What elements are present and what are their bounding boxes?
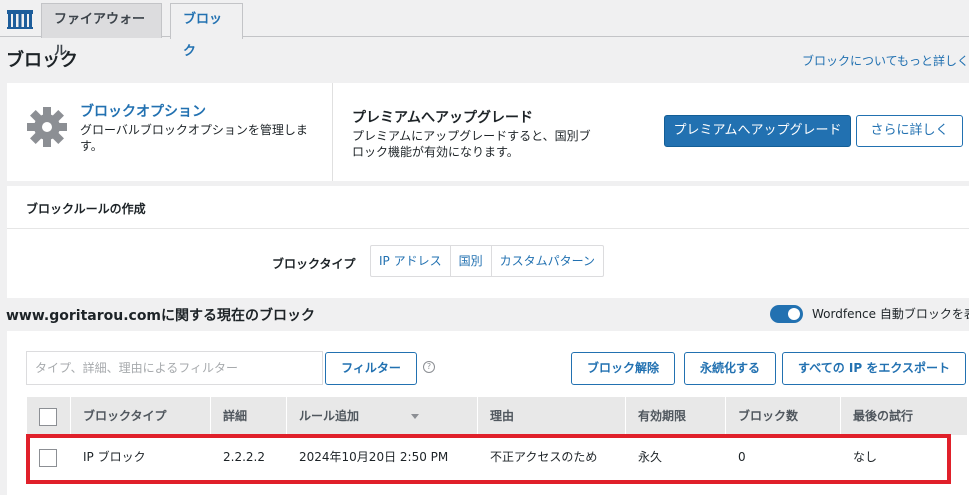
upgrade-title: プレミアムへアップグレード <box>352 110 534 126</box>
column-header[interactable]: 最後の試行 <box>841 397 968 435</box>
column-header[interactable]: ブロックタイプ <box>71 397 211 435</box>
auto-block-label: Wordfence 自動ブロックを表 <box>812 307 969 321</box>
column-header-label: ルール追加 <box>299 409 360 423</box>
select-all-checkbox[interactable] <box>39 407 57 426</box>
table-cell: 0 <box>738 450 746 464</box>
column-header[interactable]: 理由 <box>478 397 626 435</box>
block-type-ip-address[interactable]: IP アドレス <box>371 246 451 276</box>
block-options-link[interactable]: ブロックオプション <box>80 101 206 121</box>
table-cell: IP ブロック <box>83 450 146 464</box>
block-type-custom-pattern[interactable]: カスタムパターン <box>492 246 603 276</box>
block-type-country[interactable]: 国別 <box>451 246 492 276</box>
column-header[interactable]: 有効期限 <box>626 397 726 435</box>
tab-blocking[interactable]: ブロック <box>170 3 243 59</box>
filter-input[interactable] <box>26 351 323 385</box>
learn-more-button[interactable]: さらに詳しく <box>856 115 963 147</box>
learn-more-link[interactable]: ブロックについてもっと詳しく <box>802 52 969 69</box>
upgrade-description: プレミアムにアップグレードすると、国別ブロック機能が有効になります。 <box>352 129 591 159</box>
blocks-panel: フィルター ? ブロック解除 永続化する すべての IP をエクスポート ブロッ… <box>7 331 969 495</box>
block-options-description: グローバルブロックオプションを管理します。 <box>80 123 308 153</box>
make-permanent-button[interactable]: 永続化する <box>684 352 776 385</box>
sort-arrow-icon <box>411 414 420 419</box>
divider <box>7 228 969 229</box>
column-header[interactable]: ブロック数 <box>726 397 841 435</box>
create-rule-heading: ブロックルールの作成 <box>26 202 146 216</box>
table-cell: なし <box>853 450 878 464</box>
tab-firewall[interactable]: ファイアウォール <box>41 3 162 59</box>
table-row[interactable]: IP ブロック 2.2.2.2 2024年10月20日 2:50 PM 不正アク… <box>27 435 968 479</box>
wordfence-logo-icon <box>7 10 33 29</box>
divider <box>332 83 333 181</box>
filter-button[interactable]: フィルター <box>325 352 417 385</box>
column-header-rule-added[interactable]: ルール追加 <box>287 397 478 435</box>
table-cell: 不正アクセスのため <box>490 450 598 464</box>
page-title: ブロック <box>6 50 78 71</box>
auto-block-toggle[interactable] <box>770 305 803 323</box>
gear-icon <box>27 107 67 147</box>
column-header[interactable]: 詳細 <box>211 397 287 435</box>
upgrade-premium-button[interactable]: プレミアムへアップグレード <box>664 115 851 147</box>
select-all-cell <box>27 397 71 435</box>
current-blocks-title: www.goritarou.comに関する現在のブロック <box>6 308 316 324</box>
table-cell: 2.2.2.2 <box>223 450 265 464</box>
table-header: ブロックタイプ 詳細 ルール追加 理由 有効期限 ブロック数 最後の試行 <box>27 397 968 435</box>
tab-bar: ファイアウォール ブロック <box>0 0 969 59</box>
block-type-selector: IP アドレス 国別 カスタムパターン <box>370 245 605 277</box>
unblock-button[interactable]: ブロック解除 <box>571 352 675 385</box>
export-all-ips-button[interactable]: すべての IP をエクスポート <box>782 352 966 385</box>
options-card: ブロックオプション グローバルブロックオプションを管理します。 プレミアムへアッ… <box>7 83 969 181</box>
help-icon[interactable]: ? <box>423 361 435 373</box>
create-rule-card: ブロックルールの作成 ブロックタイプ IP アドレス 国別 カスタムパターン <box>7 186 969 298</box>
table-cell: 2024年10月20日 2:50 PM <box>299 450 449 464</box>
row-checkbox[interactable] <box>39 448 57 467</box>
row-select-cell <box>27 435 71 479</box>
table-cell: 永久 <box>638 450 663 464</box>
block-type-label: ブロックタイプ <box>272 257 356 271</box>
